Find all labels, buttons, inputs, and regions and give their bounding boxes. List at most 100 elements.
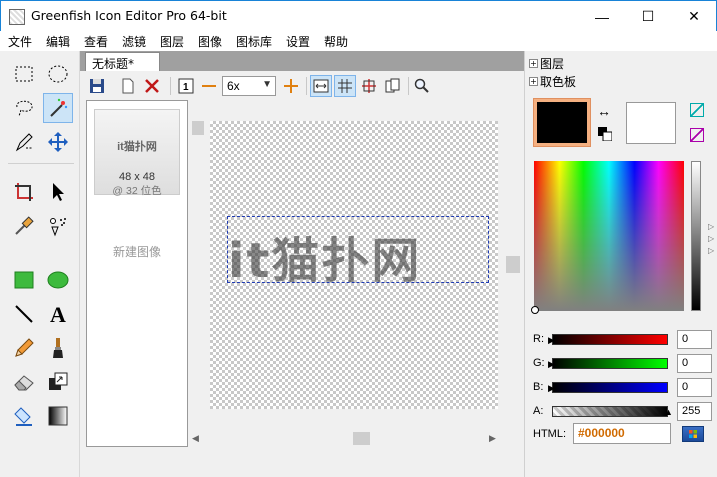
spray-icon[interactable] bbox=[43, 211, 73, 241]
delete-icon[interactable] bbox=[141, 75, 163, 97]
save-icon[interactable] bbox=[86, 75, 108, 97]
rect-select-icon[interactable] bbox=[9, 59, 39, 89]
menu-edit[interactable]: 编辑 bbox=[46, 33, 70, 50]
system-color-picker-button[interactable] bbox=[682, 426, 704, 442]
lasso-select-icon[interactable] bbox=[9, 93, 39, 123]
scroll-left-icon[interactable]: ◀ bbox=[192, 433, 199, 444]
color-spectrum[interactable] bbox=[534, 161, 684, 311]
rectangle-icon[interactable] bbox=[9, 265, 39, 295]
green-slider-handle[interactable]: ▶ bbox=[548, 359, 555, 370]
zoom-in-icon[interactable] bbox=[280, 75, 302, 97]
tile-view-icon[interactable] bbox=[382, 75, 404, 97]
text-icon[interactable]: A bbox=[43, 299, 73, 329]
selection-marquee[interactable] bbox=[227, 216, 489, 283]
html-color-field[interactable]: #000000 bbox=[573, 423, 671, 444]
horizontal-scroll-thumb[interactable] bbox=[353, 432, 370, 445]
gradient-icon[interactable] bbox=[43, 401, 73, 431]
tool-separator bbox=[8, 163, 74, 164]
toolbar-separator bbox=[170, 77, 171, 95]
toolbar-separator bbox=[306, 77, 307, 95]
title-bar: Greenfish Icon Editor Pro 64-bit — ☐ ✕ bbox=[0, 0, 717, 31]
zoom-value: 6x bbox=[227, 79, 240, 93]
menu-icon-library[interactable]: 图标库 bbox=[236, 33, 272, 50]
color-picker-icon[interactable] bbox=[9, 211, 39, 241]
lightness-arrows-icon[interactable]: ▷ ▷ ▷ bbox=[708, 221, 714, 257]
green-slider[interactable] bbox=[552, 358, 668, 369]
new-image-button[interactable]: 新建图像 bbox=[87, 243, 187, 260]
menu-image[interactable]: 图像 bbox=[198, 33, 222, 50]
inverted-color-icon[interactable] bbox=[690, 128, 704, 142]
document-tab[interactable]: 无标题* bbox=[85, 52, 160, 71]
actual-size-icon[interactable]: 1 bbox=[175, 75, 197, 97]
color-panel-header[interactable]: + 取色板 bbox=[529, 73, 576, 90]
move-icon[interactable] bbox=[43, 127, 73, 157]
secondary-color-swatch[interactable] bbox=[626, 102, 676, 144]
new-page-icon[interactable] bbox=[117, 75, 139, 97]
red-slider-handle[interactable]: ▶ bbox=[548, 335, 555, 346]
thumbnail-depth: @ 32 位色 bbox=[112, 185, 162, 197]
green-value[interactable]: 0 bbox=[677, 354, 712, 373]
red-label: R: bbox=[533, 333, 544, 345]
list-scroll-thumb[interactable] bbox=[192, 121, 204, 135]
close-button[interactable]: ✕ bbox=[671, 1, 717, 32]
transparent-color-icon[interactable] bbox=[690, 103, 704, 117]
windows-logo-icon bbox=[689, 430, 697, 438]
menu-file[interactable]: 文件 bbox=[8, 33, 32, 50]
chevron-down-icon: ▼ bbox=[262, 79, 272, 90]
image-thumbnail[interactable]: it猫扑网 48 x 48 @ 32 位色 bbox=[94, 109, 180, 197]
maximize-button[interactable]: ☐ bbox=[625, 1, 671, 32]
fill-icon[interactable] bbox=[9, 401, 39, 431]
reset-colors-icon[interactable] bbox=[598, 127, 613, 142]
clone-icon[interactable] bbox=[43, 367, 73, 397]
eraser-icon[interactable] bbox=[9, 367, 39, 397]
layers-panel-header[interactable]: + 图层 bbox=[529, 55, 564, 72]
tool-palette: A bbox=[0, 51, 80, 477]
vertical-scroll-thumb[interactable] bbox=[506, 256, 520, 273]
zoom-out-icon[interactable] bbox=[198, 75, 220, 97]
app-icon bbox=[9, 9, 25, 25]
menu-settings[interactable]: 设置 bbox=[286, 33, 310, 50]
fit-width-icon[interactable] bbox=[310, 75, 332, 97]
color-panel-title: 取色板 bbox=[540, 75, 577, 89]
window-title: Greenfish Icon Editor Pro 64-bit bbox=[31, 8, 227, 23]
image-list: it猫扑网 48 x 48 @ 32 位色 新建图像 bbox=[86, 100, 188, 447]
alpha-slider-handle[interactable]: ▲ bbox=[664, 407, 673, 417]
blue-value[interactable]: 0 bbox=[677, 378, 712, 397]
alpha-slider[interactable] bbox=[552, 406, 668, 417]
red-slider[interactable] bbox=[552, 334, 668, 345]
pencil-icon[interactable] bbox=[9, 333, 39, 363]
pointer-icon[interactable] bbox=[43, 177, 73, 207]
toolbar-separator bbox=[408, 77, 409, 95]
menu-help[interactable]: 帮助 bbox=[324, 33, 348, 50]
magic-wand-icon[interactable] bbox=[43, 93, 73, 123]
ellipse-select-icon[interactable] bbox=[43, 59, 73, 89]
ellipse-icon[interactable] bbox=[43, 265, 73, 295]
lightness-slider[interactable] bbox=[691, 161, 701, 311]
minimize-button[interactable]: — bbox=[579, 1, 625, 32]
blue-slider[interactable] bbox=[552, 382, 668, 393]
alpha-label: A: bbox=[533, 405, 544, 417]
svg-text:A: A bbox=[50, 303, 66, 325]
menu-view[interactable]: 查看 bbox=[84, 33, 108, 50]
crosshair-icon[interactable] bbox=[358, 75, 380, 97]
menu-filter[interactable]: 滤镜 bbox=[122, 33, 146, 50]
spectrum-cursor[interactable] bbox=[531, 306, 539, 314]
primary-color-swatch[interactable] bbox=[533, 98, 591, 147]
document-toolbar: 1 6x ▼ bbox=[80, 71, 524, 99]
green-label: G: bbox=[533, 357, 545, 369]
document-area: 无标题* 1 6x ▼ it猫扑网 48 x 48 @ 32 位色 新建图像 i… bbox=[80, 51, 524, 477]
brush-icon[interactable] bbox=[43, 333, 73, 363]
red-value[interactable]: 0 bbox=[677, 330, 712, 349]
swap-colors-icon[interactable]: ↔ bbox=[597, 103, 611, 119]
zoom-select[interactable]: 6x ▼ bbox=[222, 76, 276, 96]
crop-icon[interactable] bbox=[9, 177, 39, 207]
magnifier-icon[interactable] bbox=[411, 75, 433, 97]
alpha-value[interactable]: 255 bbox=[677, 402, 712, 421]
blue-slider-handle[interactable]: ▶ bbox=[548, 383, 555, 394]
scroll-right-icon[interactable]: ▶ bbox=[489, 433, 496, 444]
menu-layer[interactable]: 图层 bbox=[160, 33, 184, 50]
menu-bar: 文件 编辑 查看 滤镜 图层 图像 图标库 设置 帮助 bbox=[0, 31, 717, 51]
pen-select-icon[interactable] bbox=[9, 127, 39, 157]
grid-icon[interactable] bbox=[334, 75, 356, 97]
line-icon[interactable] bbox=[9, 299, 39, 329]
